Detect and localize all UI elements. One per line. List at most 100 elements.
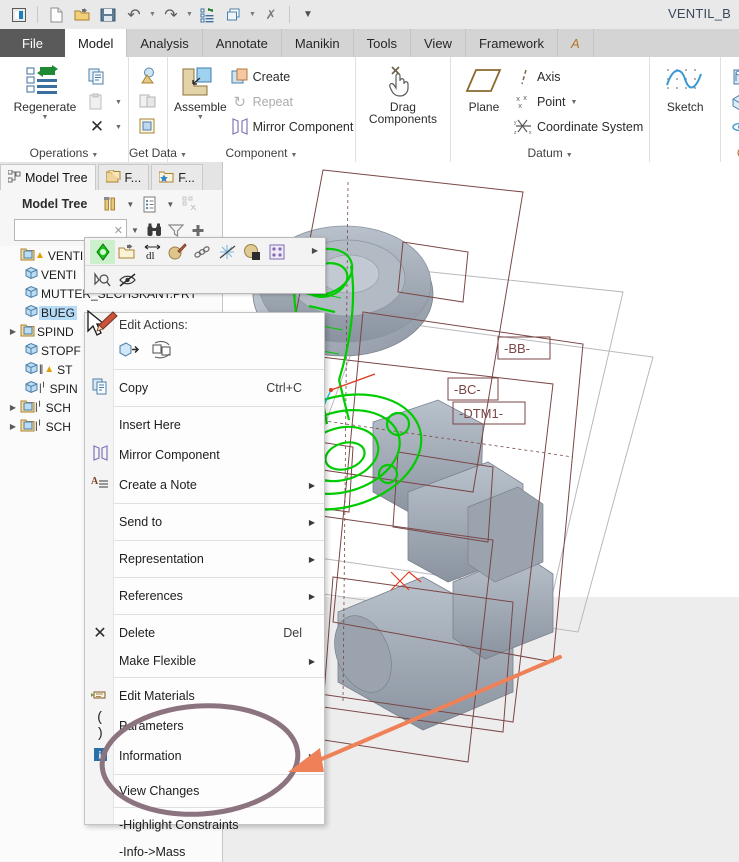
window-switch-icon[interactable]	[223, 4, 245, 26]
expander-icon[interactable]: ▶	[6, 403, 20, 412]
redo-icon[interactable]: ↷	[160, 4, 182, 26]
delete-caret-icon[interactable]: ▼	[115, 124, 122, 131]
menu-item-delete[interactable]: ✕ Delete Del	[85, 618, 324, 648]
replace-action-icon[interactable]	[151, 341, 173, 362]
open-folder-icon[interactable]	[115, 240, 140, 264]
undo-caret-icon[interactable]: ▼	[147, 4, 158, 26]
open-folder-icon[interactable]	[71, 4, 93, 26]
hide-eye-icon[interactable]	[115, 268, 140, 292]
datum-plane-button[interactable]: Plane	[457, 61, 511, 113]
ribbon-group-label-cut-surface[interactable]: Cut & Sur	[721, 146, 739, 160]
window-icon[interactable]	[8, 4, 30, 26]
sketch-button[interactable]: Sketch	[656, 61, 714, 113]
menu-item-parameters[interactable]: ( ) Parameters	[85, 711, 324, 741]
clear-x-icon[interactable]: ✕	[114, 224, 123, 237]
menu-item-make-flexible[interactable]: Make Flexible ▶	[85, 648, 324, 674]
new-file-icon[interactable]	[45, 4, 67, 26]
menu-item-highlight-constraints[interactable]: -Highlight Constraints	[85, 811, 324, 838]
expander-icon[interactable]: ▶	[6, 327, 20, 336]
ribbon-group-label-datum[interactable]: Datum▼	[451, 146, 649, 160]
representation-icon[interactable]	[265, 240, 290, 264]
model-tree-icon	[8, 170, 21, 186]
hide-datums-icon[interactable]	[215, 240, 240, 264]
menu-item-copy[interactable]: Copy Ctrl+C	[85, 373, 324, 403]
ribbon-group-label-component[interactable]: Component▼	[168, 146, 355, 160]
activate-icon[interactable]	[90, 268, 115, 292]
repeat-button[interactable]: ↻ Repeat	[227, 90, 354, 114]
more-arrow-icon[interactable]: ▶	[312, 246, 318, 255]
nav-tab-favorites[interactable]: F...	[151, 164, 203, 190]
undo-icon[interactable]: ↶	[123, 4, 145, 26]
menu-item-references[interactable]: References ▶	[85, 581, 324, 611]
regenerate-icon[interactable]	[197, 4, 219, 26]
revolve-button[interactable]: Revolve	[727, 115, 739, 139]
ribbon-group-label-get-data[interactable]: Get Data▼	[129, 146, 167, 160]
redo-caret-icon[interactable]: ▼	[184, 4, 195, 26]
menu-item-mirror-component[interactable]: Mirror Component	[85, 440, 324, 470]
create-component-button[interactable]: Create	[227, 65, 354, 89]
tab-analysis[interactable]: Analysis	[127, 29, 202, 57]
tree-filters-icon[interactable]	[179, 193, 201, 215]
tab-view[interactable]: View	[411, 29, 466, 57]
datum-point-caret-icon[interactable]: ▼	[570, 99, 577, 106]
datum-point-button[interactable]: xxx Point ▼	[511, 90, 643, 114]
datum-target-icon[interactable]	[90, 240, 115, 264]
save-icon[interactable]	[97, 4, 119, 26]
mirror-component-button[interactable]: Mirror Component	[227, 115, 354, 139]
merge-button[interactable]	[135, 89, 161, 113]
menu-item-create-a-note[interactable]: A Create a Note ▶	[85, 470, 324, 500]
menu-item-edit-materials[interactable]: Edit Materials	[85, 681, 324, 711]
model-tree-title: Model Tree	[22, 197, 87, 211]
ribbon-group-label-operations[interactable]: Operations▼	[0, 146, 128, 160]
ribbon-panel: Regenerate ▼ ▼	[0, 57, 739, 163]
edit-definition-action-icon[interactable]	[119, 341, 141, 362]
paste-caret-icon[interactable]: ▼	[115, 99, 122, 106]
qat-separator-1	[37, 6, 38, 23]
tab-model[interactable]: Model	[65, 29, 127, 57]
extrude-button[interactable]: Extrude	[727, 90, 739, 114]
regenerate-caret-icon[interactable]: ▼	[42, 114, 49, 121]
expander-icon[interactable]: ▶	[6, 422, 20, 431]
menu-item-info-mass[interactable]: -Info->Mass	[85, 838, 324, 862]
drag-components-button[interactable]: Drag Components	[362, 61, 444, 125]
close-window-icon[interactable]: ✗	[260, 4, 282, 26]
menu-item-send-to[interactable]: Send to ▶	[85, 507, 324, 537]
tab-tools[interactable]: Tools	[354, 29, 411, 57]
edit-reference-icon[interactable]	[190, 240, 215, 264]
coordinate-system-button[interactable]: y z x Coordinate System	[511, 115, 643, 139]
customize-qat-icon[interactable]: ▼	[297, 4, 319, 26]
delete-button[interactable]: ✕ ▼	[84, 115, 122, 139]
edit-paint-icon[interactable]	[165, 240, 190, 264]
paste-button[interactable]: ▼	[84, 90, 122, 114]
context-menu-separator	[85, 774, 324, 775]
datum-plane-label: Plane	[469, 101, 500, 113]
menu-item-label: Representation	[119, 552, 204, 566]
tab-file[interactable]: File	[0, 29, 65, 57]
window-switch-caret-icon[interactable]: ▼	[247, 4, 258, 26]
shrinkwrap-button[interactable]	[135, 114, 161, 138]
tab-applications[interactable]: A	[558, 29, 594, 57]
tab-manikin[interactable]: Manikin	[282, 29, 354, 57]
display-caret-icon[interactable]: ▼	[164, 193, 176, 215]
tab-framework[interactable]: Framework	[466, 29, 558, 57]
hole-button[interactable]: Hole	[727, 65, 739, 89]
regenerate-button[interactable]: Regenerate ▼	[6, 61, 84, 121]
appearance-sphere-icon[interactable]	[240, 240, 265, 264]
import-button[interactable]	[135, 64, 161, 88]
display-list-icon[interactable]	[139, 193, 161, 215]
nav-tab-model-tree[interactable]: Model Tree	[0, 164, 96, 190]
datum-axis-button[interactable]: Axis	[511, 65, 643, 89]
copy-button[interactable]	[84, 65, 122, 89]
menu-item-representation[interactable]: Representation ▶	[85, 544, 324, 574]
assemble-caret-icon[interactable]: ▼	[197, 114, 204, 121]
tab-annotate[interactable]: Annotate	[203, 29, 282, 57]
nav-tab-folder-browser[interactable]: F...	[98, 164, 150, 190]
settings-tools-icon[interactable]	[99, 193, 121, 215]
assemble-button[interactable]: Assemble ▼	[174, 61, 227, 121]
edit-definition-icon[interactable]: dl	[140, 240, 165, 264]
menu-item-insert-here[interactable]: Insert Here	[85, 410, 324, 440]
settings-caret-icon[interactable]: ▼	[124, 193, 136, 215]
tree-item-label: STOPF	[39, 344, 83, 358]
menu-item-view-changes[interactable]: View Changes	[85, 778, 324, 804]
menu-item-information[interactable]: i Information ▶	[85, 741, 324, 771]
